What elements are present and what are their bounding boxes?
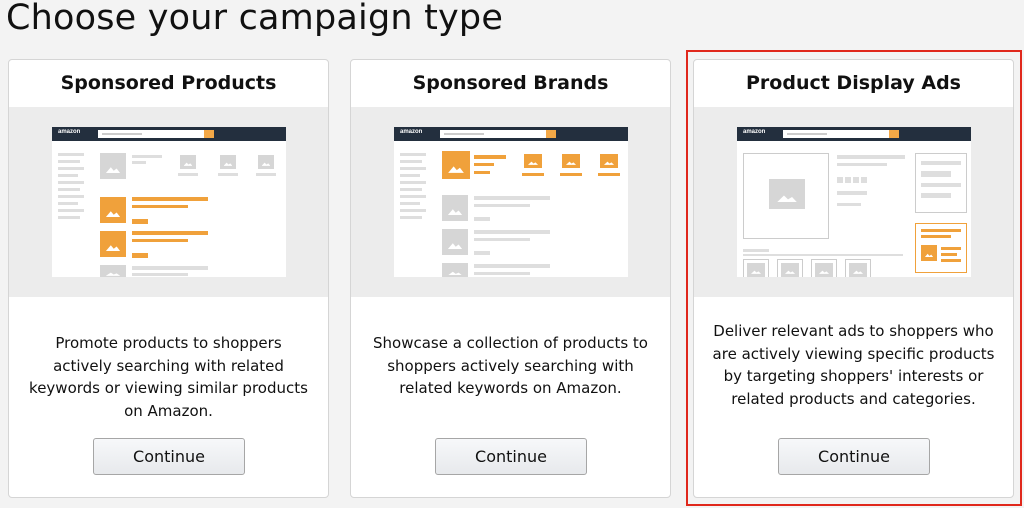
amazon-logo: amazon xyxy=(58,129,81,135)
card-description: Promote products to shoppers actively se… xyxy=(29,334,308,420)
campaign-card-sponsored-products[interactable]: Sponsored Products amazon Promote produc… xyxy=(8,59,329,498)
continue-button[interactable]: Continue xyxy=(93,438,245,475)
card-title: Product Display Ads xyxy=(746,72,961,94)
product-display-ads-mockup: amazon xyxy=(737,127,971,277)
campaign-card-sponsored-brands[interactable]: Sponsored Brands amazon Showcase a colle… xyxy=(350,59,671,498)
page-title: Choose your campaign type xyxy=(6,0,504,38)
card-preview-illustration: amazon xyxy=(9,107,328,297)
campaign-card-product-display-ads[interactable]: Product Display Ads amazon Deliver relev… xyxy=(693,59,1014,498)
amazon-logo: amazon xyxy=(400,129,423,135)
card-description: Showcase a collection of products to sho… xyxy=(373,334,648,397)
card-title: Sponsored Brands xyxy=(412,72,609,94)
card-preview-illustration: amazon xyxy=(694,107,1013,297)
sponsored-brands-mockup: amazon xyxy=(394,127,628,277)
card-description: Deliver relevant ads to shoppers who are… xyxy=(712,322,995,408)
sponsored-products-mockup: amazon xyxy=(52,127,286,277)
continue-button[interactable]: Continue xyxy=(778,438,930,475)
card-preview-illustration: amazon xyxy=(351,107,670,297)
continue-button[interactable]: Continue xyxy=(435,438,587,475)
amazon-logo: amazon xyxy=(743,129,766,135)
card-title: Sponsored Products xyxy=(60,72,277,94)
